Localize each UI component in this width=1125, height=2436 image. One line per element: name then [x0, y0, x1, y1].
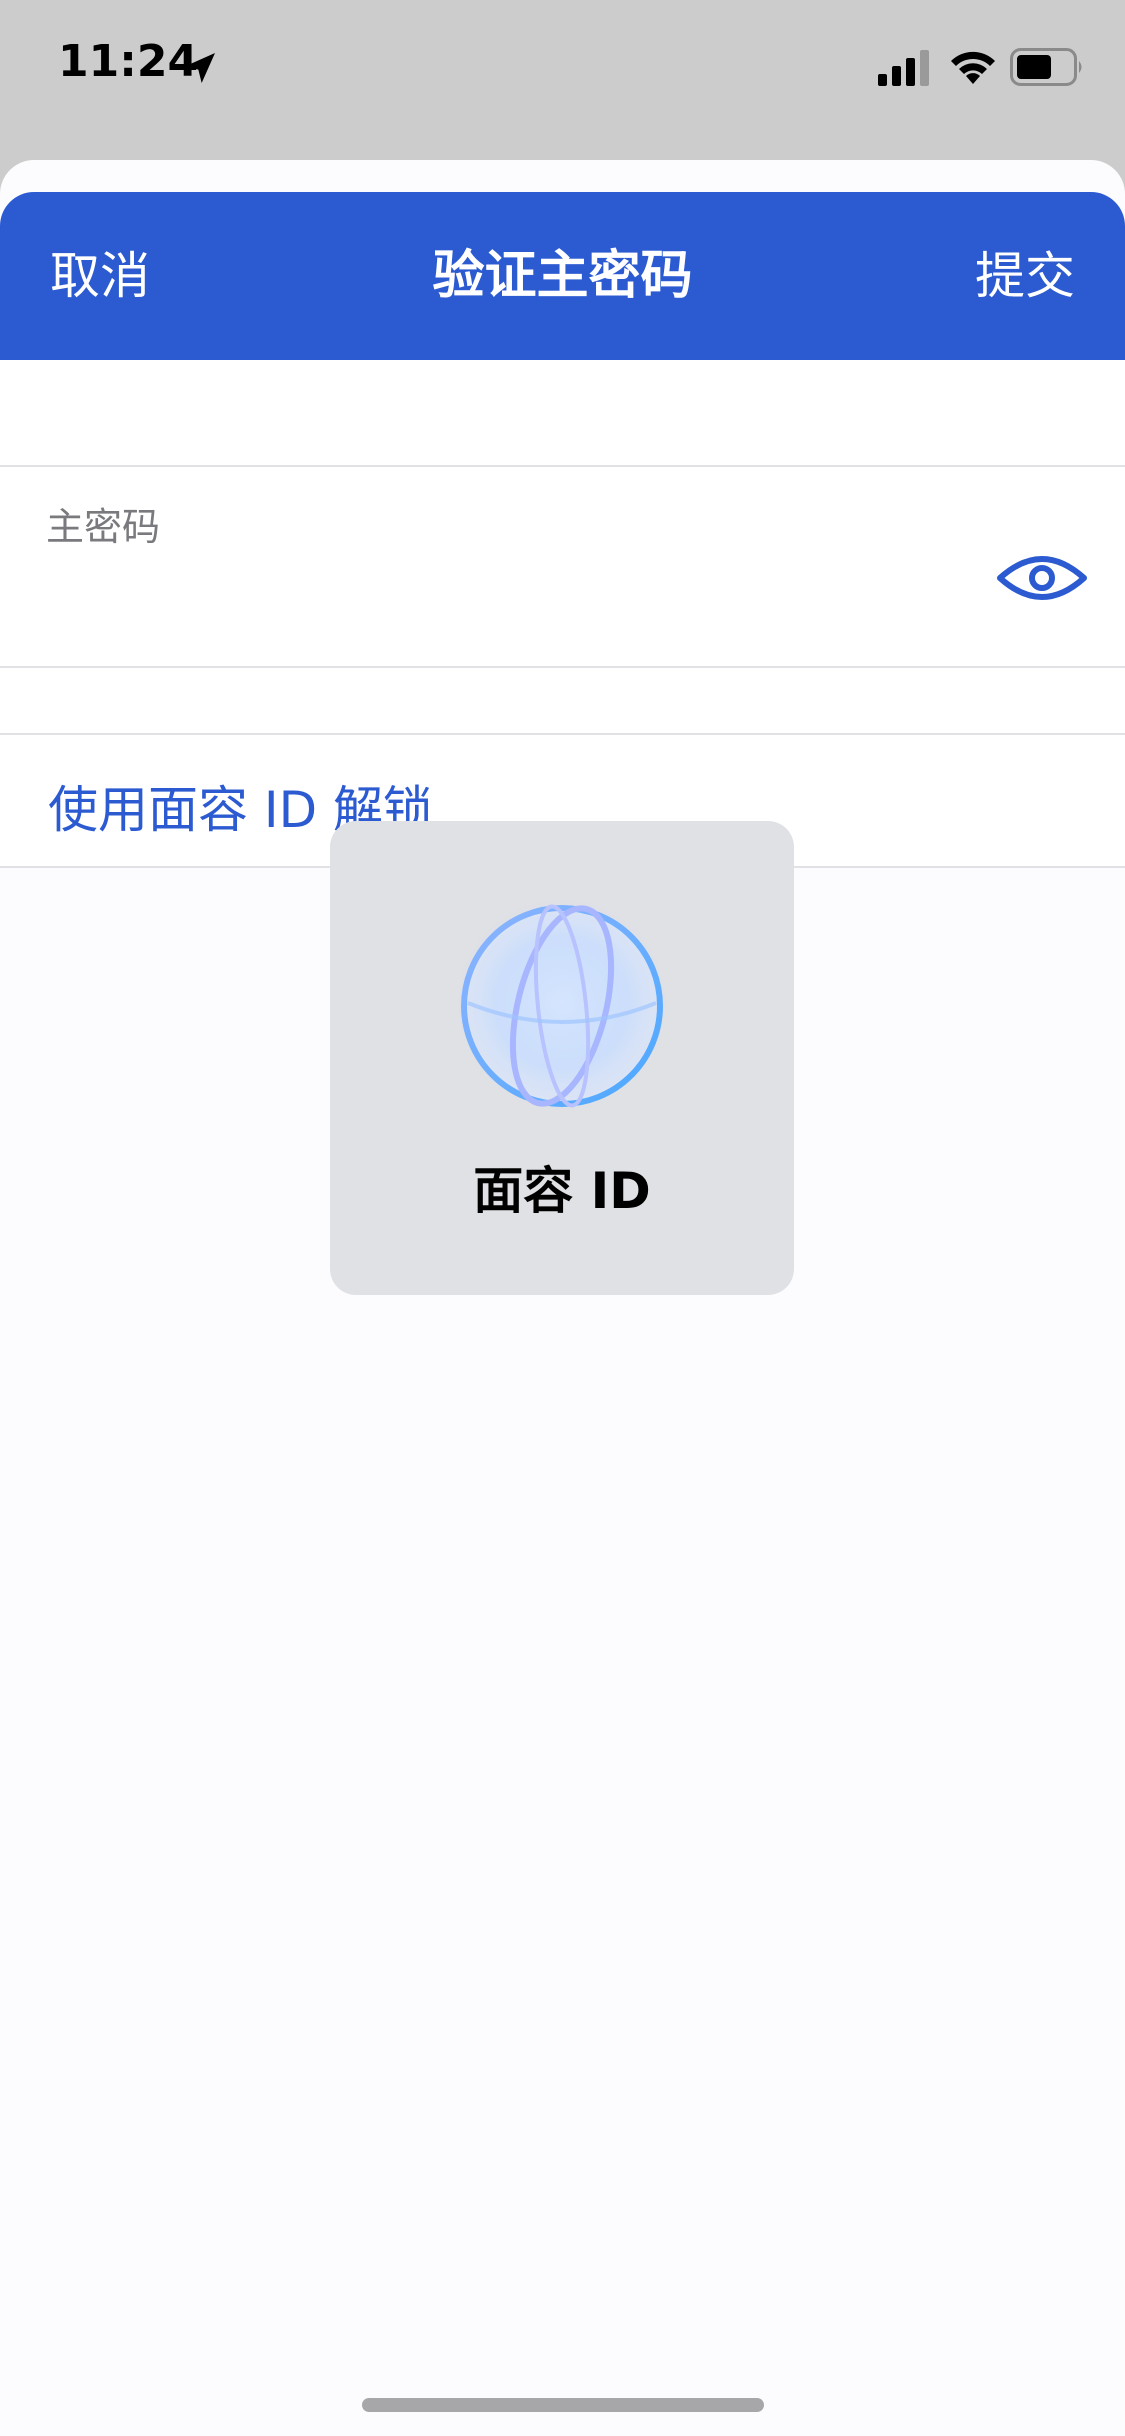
- divider: [0, 465, 1125, 467]
- eye-icon[interactable]: [996, 548, 1088, 608]
- submit-button[interactable]: 提交: [975, 192, 1075, 360]
- faceid-icon: [452, 893, 672, 1113]
- faceid-label: 面容 ID: [473, 1162, 651, 1220]
- home-indicator[interactable]: [362, 2398, 764, 2412]
- navigation-bar: 取消 验证主密码 提交: [0, 192, 1125, 360]
- wifi-icon: [951, 51, 995, 84]
- divider: [0, 666, 1125, 668]
- page-title: 验证主密码: [432, 246, 693, 306]
- battery-icon: [1010, 48, 1082, 86]
- screen: 11:24 取消 验证主密码 提交 主密码 使用面容 ID 解锁 面容 ID: [0, 0, 1125, 2436]
- cancel-button[interactable]: 取消: [50, 192, 150, 360]
- password-label: 主密码: [46, 505, 161, 549]
- master-password-input[interactable]: [46, 550, 990, 632]
- location-arrow-icon: [185, 53, 215, 83]
- status-bar: 11:24: [0, 0, 1125, 140]
- cellular-signal-icon: [878, 50, 929, 86]
- divider: [0, 733, 1125, 735]
- modal-sheet: 取消 验证主密码 提交 主密码 使用面容 ID 解锁: [0, 160, 1125, 2436]
- faceid-popup: 面容 ID: [330, 821, 794, 1295]
- status-time: 11:24: [58, 36, 199, 87]
